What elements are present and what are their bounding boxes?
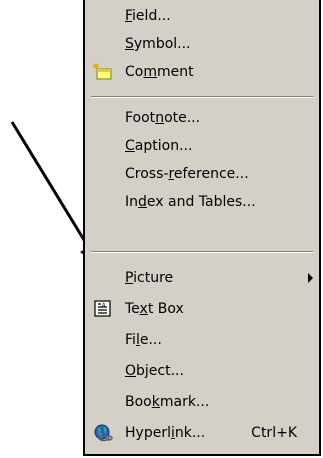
menu-item-picture[interactable]: Picture	[85, 264, 319, 292]
menu-item-field[interactable]: Field...	[85, 2, 319, 30]
menu-item-comment-label: Comment	[125, 64, 194, 80]
menu-item-footnote[interactable]: Footnote...	[85, 104, 319, 132]
insert-menu: Field... Symbol... Comment Footnote... C…	[83, 0, 321, 456]
menu-item-hyperlink[interactable]: Hyperlink... Ctrl+K	[85, 419, 319, 447]
menu-item-cross-reference[interactable]: Cross-reference...	[85, 160, 319, 188]
menu-item-symbol[interactable]: Symbol...	[85, 30, 319, 58]
menu-item-text-box-label: Text Box	[125, 301, 184, 317]
menu-item-hyperlink-label: Hyperlink...	[125, 425, 206, 441]
menu-item-footnote-label: Footnote...	[125, 110, 201, 126]
menu-item-index-and-tables-label: Index and Tables...	[125, 194, 256, 210]
menu-item-object-label: Object...	[125, 363, 184, 379]
menu-item-file-label: File...	[125, 332, 162, 348]
menu-separator	[91, 251, 313, 253]
menu-item-picture-label: Picture	[125, 270, 174, 286]
menu-item-cross-reference-label: Cross-reference...	[125, 166, 249, 182]
menu-item-index-and-tables[interactable]: Index and Tables...	[85, 188, 319, 216]
menu-item-symbol-label: Symbol...	[125, 36, 191, 52]
menu-item-hyperlink-shortcut: Ctrl+K	[251, 425, 297, 441]
svg-text:A: A	[102, 303, 106, 309]
comment-icon	[93, 63, 113, 81]
menu-item-field-label: Field...	[125, 8, 171, 24]
menu-item-object[interactable]: Object...	[85, 357, 319, 385]
text-box-icon: A	[93, 300, 113, 318]
menu-item-caption[interactable]: Caption...	[85, 132, 319, 160]
menu-item-file[interactable]: File...	[85, 326, 319, 354]
hyperlink-icon	[93, 424, 113, 442]
menu-item-comment[interactable]: Comment	[85, 58, 319, 86]
menu-item-caption-label: Caption...	[125, 138, 193, 154]
menu-item-bookmark[interactable]: Bookmark...	[85, 388, 319, 416]
menu-separator	[91, 96, 313, 98]
menu-item-text-box[interactable]: A Text Box	[85, 295, 319, 323]
submenu-arrow-icon	[308, 273, 313, 283]
menu-item-bookmark-label: Bookmark...	[125, 394, 210, 410]
